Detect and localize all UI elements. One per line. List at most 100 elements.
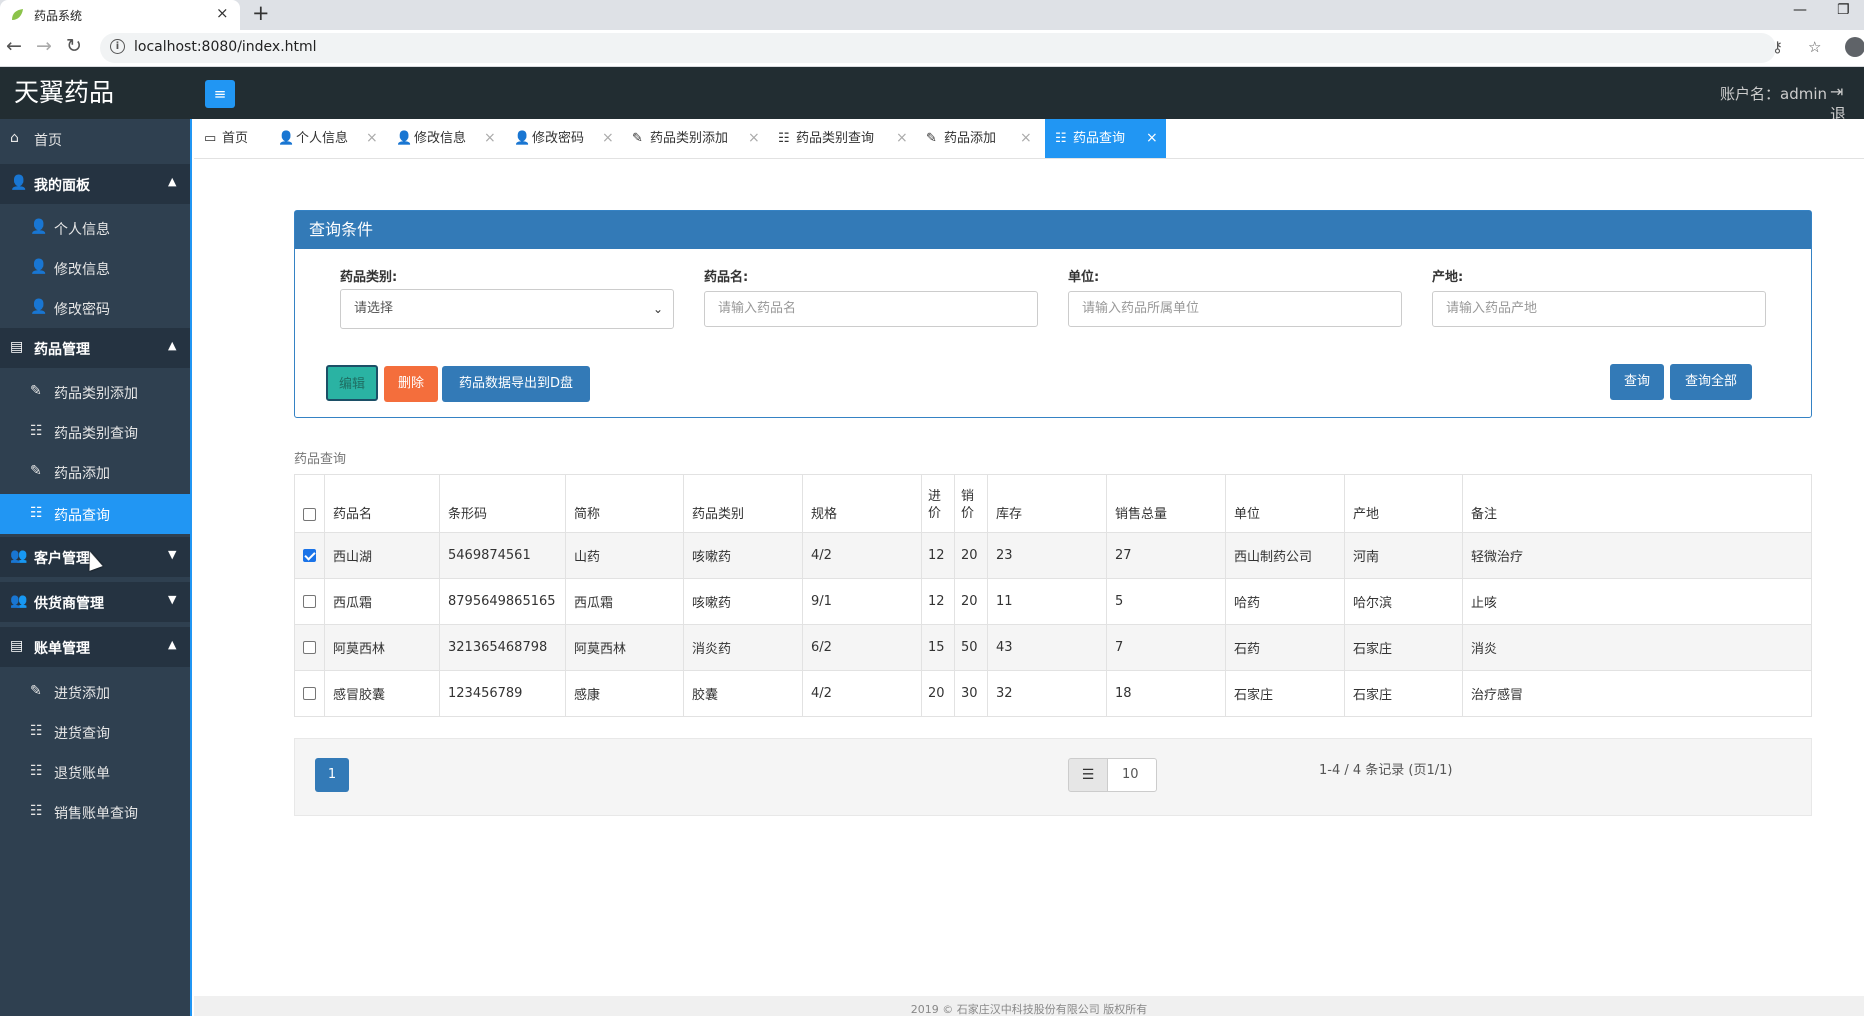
unit-input[interactable]: 请输入药品所属单位 [1068,291,1402,327]
sidebar-item-home[interactable]: ⌂ 首页 [0,119,190,159]
column-header[interactable]: 库存 [987,474,1107,533]
delete-button[interactable]: 删除 [384,366,438,402]
list-icon[interactable]: ☰ [1068,758,1108,792]
menu-toggle-icon[interactable]: ≡ [205,80,235,108]
home-icon: ⌂ [10,130,19,146]
tab-profile[interactable]: 👤 个人信息 × [268,119,386,158]
tab-label: 修改信息 [414,131,467,146]
browser-tab[interactable]: 药品系统 × [0,0,240,30]
user-icon: 👤 [30,219,48,235]
tab-label: 修改密码 [532,131,585,146]
table-cell: 20 [921,670,955,717]
sidebar-group-supplier-management[interactable]: 👥 供货商管理 ▼ [0,582,190,622]
sidebar-item-label: 药品查询 [54,508,110,524]
sidebar-item-change-password[interactable]: 👤 修改密码 [0,288,190,328]
column-header[interactable]: 备注 [1462,474,1812,533]
column-header[interactable]: 产地 [1344,474,1463,533]
table-cell: 30 [954,670,988,717]
close-icon[interactable]: × [896,119,908,158]
close-icon[interactable]: × [366,119,378,158]
table-row[interactable]: 感冒胶囊 123456789 感康 胶囊 4/2 20 30 32 18 石家庄 石家庄 治疗感冒 [294,670,1812,717]
info-icon[interactable]: i [110,39,125,54]
row-checkbox[interactable] [303,595,316,608]
sidebar-group-drug-management[interactable]: ▤ 药品管理 ▲ [0,328,190,368]
tab-category-add[interactable]: ✎ 药品类别添加 × [622,119,768,158]
sidebar-group-bill-management[interactable]: ▤ 账单管理 ▲ [0,627,190,667]
search-button[interactable]: 查询 [1610,364,1664,400]
sidebar-item-profile[interactable]: 👤 个人信息 [0,208,190,248]
close-icon[interactable]: × [484,119,496,158]
forward-icon[interactable]: → [36,35,52,57]
table-row[interactable]: 西瓜霜 8795649865165 西瓜霜 咳嗽药 9/1 12 20 11 5 哈药 哈尔滨 止咳 [294,578,1812,625]
row-checkbox[interactable] [303,687,316,700]
close-icon[interactable]: × [1020,119,1032,158]
origin-input[interactable]: 请输入药品产地 [1432,291,1766,327]
close-icon[interactable]: × [216,4,229,22]
edit-button[interactable]: 编辑 [326,365,378,401]
tab-category-query[interactable]: ☷ 药品类别查询 × [768,119,916,158]
tab-home[interactable]: ▭ 首页 [194,119,268,158]
pagination: 1 ☰ 10 1-4 / 4 条记录 (页1/1) [294,738,1812,816]
tab-drug-add[interactable]: ✎ 药品添加 × [916,119,1040,158]
tab-edit-info[interactable]: 👤 修改信息 × [386,119,504,158]
sidebar-item-drug-add[interactable]: ✎ 药品添加 [0,452,190,492]
row-checkbox[interactable] [303,549,316,562]
document-icon: ▤ [10,638,24,654]
sidebar-item-return-bill[interactable]: ☷ 退货账单 [0,752,190,792]
sidebar-item-drug-query[interactable]: ☷ 药品查询 [0,494,190,534]
category-select[interactable]: 请选择 ⌄ [340,289,674,329]
sidebar-item-category-query[interactable]: ☷ 药品类别查询 [0,412,190,452]
sidebar-item-edit-info[interactable]: 👤 修改信息 [0,248,190,288]
table-cell: 5469874561 [439,532,566,579]
user-icon: 👤 [10,175,28,191]
table-cell: 西瓜霜 [324,578,440,625]
row-checkbox[interactable] [303,641,316,654]
column-header[interactable]: 规格 [802,474,922,533]
table-row[interactable]: 西山湖 5469874561 山药 咳嗽药 4/2 12 20 23 27 西山制药公司 河南 轻微治… [294,532,1812,579]
export-button[interactable]: 药品数据导出到D盘 [442,366,590,402]
page-1-button[interactable]: 1 [315,758,349,792]
sidebar-item-sales-bill-query[interactable]: ☷ 销售账单查询 [0,792,190,832]
drug-name-input[interactable]: 请输入药品名 [704,291,1038,327]
table-cell: 7 [1106,624,1226,671]
pagination-info: 1-4 / 4 条记录 (页1/1) [1319,763,1453,778]
close-icon[interactable]: × [748,119,760,158]
category-select-value: 请选择 [354,301,394,316]
search-all-button[interactable]: 查询全部 [1670,364,1752,400]
sidebar-group-my-panel[interactable]: 👤 我的面板 ▲ [0,164,190,204]
sidebar-item-purchase-add[interactable]: ✎ 进货添加 [0,672,190,712]
tab-change-password[interactable]: 👤 修改密码 × [504,119,622,158]
new-tab-icon[interactable]: + [252,1,270,25]
drug-name-placeholder: 请输入药品名 [718,301,797,316]
tab-drug-query[interactable]: ☷ 药品查询 × [1045,119,1166,158]
url-field[interactable]: i localhost:8080/index.html ⚷ ☆ [100,33,1821,63]
key-icon[interactable]: ⚷ [1772,38,1783,56]
table-row[interactable]: 阿莫西林 321365468798 阿莫西林 消炎药 6/2 15 50 43 7 石药 石家庄 消炎 [294,624,1812,671]
sidebar-item-category-add[interactable]: ✎ 药品类别添加 [0,372,190,412]
column-header[interactable]: 药品类别 [683,474,803,533]
column-header[interactable]: 单位 [1225,474,1345,533]
column-header[interactable]: 销价 [954,474,988,533]
close-icon[interactable]: × [602,119,614,158]
user-icon: 👤 [396,131,413,146]
profile-avatar-icon[interactable] [1845,37,1864,57]
back-icon[interactable]: ← [6,35,22,57]
star-icon[interactable]: ☆ [1808,38,1821,56]
minimize-icon[interactable]: — [1793,2,1807,18]
app-header: 天翼药品 ≡ 账户名：admin ⇥ 退 [0,67,1864,124]
sidebar-item-label: 药品管理 [34,342,90,358]
column-header[interactable]: 条形码 [439,474,566,533]
column-header[interactable]: 药品名 [324,474,440,533]
restore-icon[interactable]: ❐ [1837,2,1850,18]
table-cell: 西山制药公司 [1225,532,1345,579]
sidebar-item-purchase-query[interactable]: ☷ 进货查询 [0,712,190,752]
column-header[interactable]: 销售总量 [1106,474,1226,533]
column-header[interactable]: 进价 [921,474,955,533]
page-size-select[interactable]: 10 [1107,758,1157,792]
select-all-checkbox[interactable] [303,508,316,521]
reload-icon[interactable]: ↻ [66,35,82,57]
close-icon[interactable]: × [1146,119,1158,158]
table-cell: 12 [921,532,955,579]
column-header[interactable]: 简称 [565,474,684,533]
chevron-up-icon: ▲ [168,339,177,352]
